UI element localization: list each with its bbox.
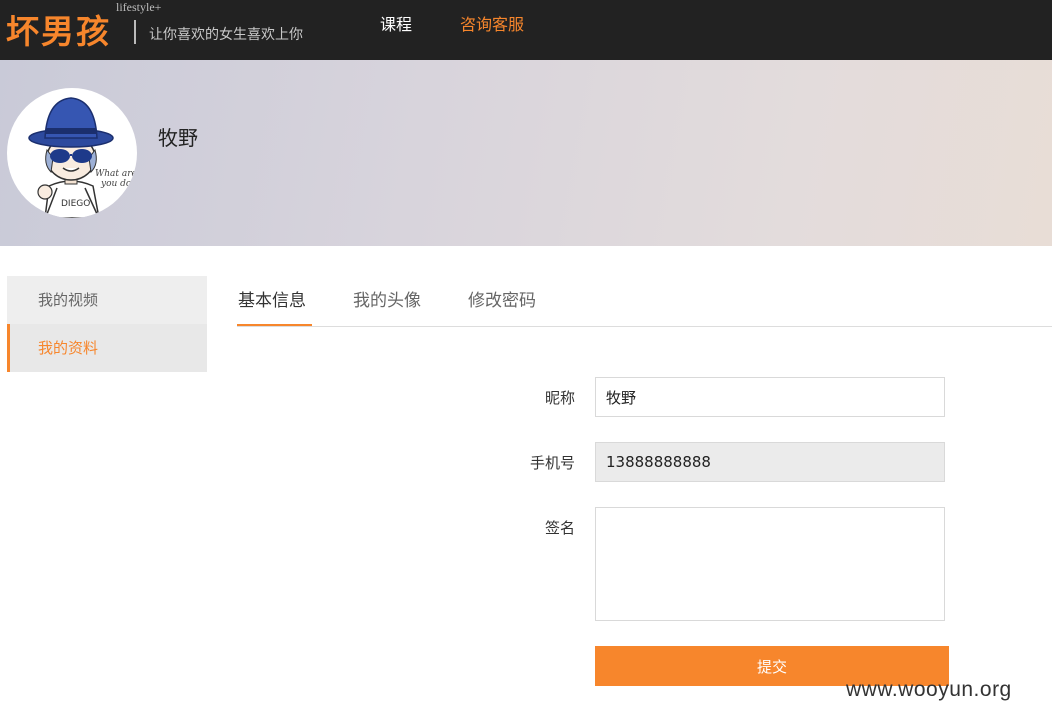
logo-tagline: lifestyle+ (116, 0, 162, 14)
signature-textarea[interactable] (595, 507, 945, 621)
profile-tabs: 基本信息 我的头像 修改密码 (237, 276, 1052, 327)
svg-text:you doing: you doing (100, 179, 137, 189)
profile-username: 牧野 (158, 126, 198, 150)
site-slogan: 让你喜欢的女生喜欢上你 (149, 27, 303, 43)
signature-label: 签名 (544, 519, 575, 537)
tab-my-avatar[interactable]: 我的头像 (353, 290, 421, 312)
cartoon-avatar-icon: DIEGO What are you doing (28, 97, 137, 218)
sidebar: 我的视频 我的资料 (7, 276, 207, 372)
phone-input[interactable] (595, 442, 945, 482)
top-navbar: 坏男孩 lifestyle+ 让你喜欢的女生喜欢上你 课程 咨询客服 (0, 0, 1052, 60)
nav-courses[interactable]: 课程 (380, 15, 412, 35)
site-logo[interactable]: 坏男孩 (6, 10, 111, 54)
active-tab-indicator (237, 324, 312, 326)
tab-change-password[interactable]: 修改密码 (468, 290, 536, 312)
nav-customer-service[interactable]: 咨询客服 (460, 15, 524, 35)
logo-divider (134, 20, 136, 44)
tab-basic-info[interactable]: 基本信息 (238, 290, 306, 312)
svg-text:What are: What are (95, 169, 137, 179)
nickname-input[interactable] (595, 377, 945, 417)
sidebar-item-my-profile[interactable]: 我的资料 (7, 324, 207, 372)
phone-label: 手机号 (529, 454, 575, 472)
nickname-label: 昵称 (544, 389, 575, 407)
avatar: DIEGO What are you doing (7, 88, 137, 218)
profile-banner: DIEGO What are you doing 牧野 (0, 60, 1052, 246)
sidebar-item-my-videos[interactable]: 我的视频 (7, 276, 207, 324)
watermark: www.wooyun.org (846, 678, 1012, 701)
svg-text:DIEGO: DIEGO (61, 199, 90, 209)
